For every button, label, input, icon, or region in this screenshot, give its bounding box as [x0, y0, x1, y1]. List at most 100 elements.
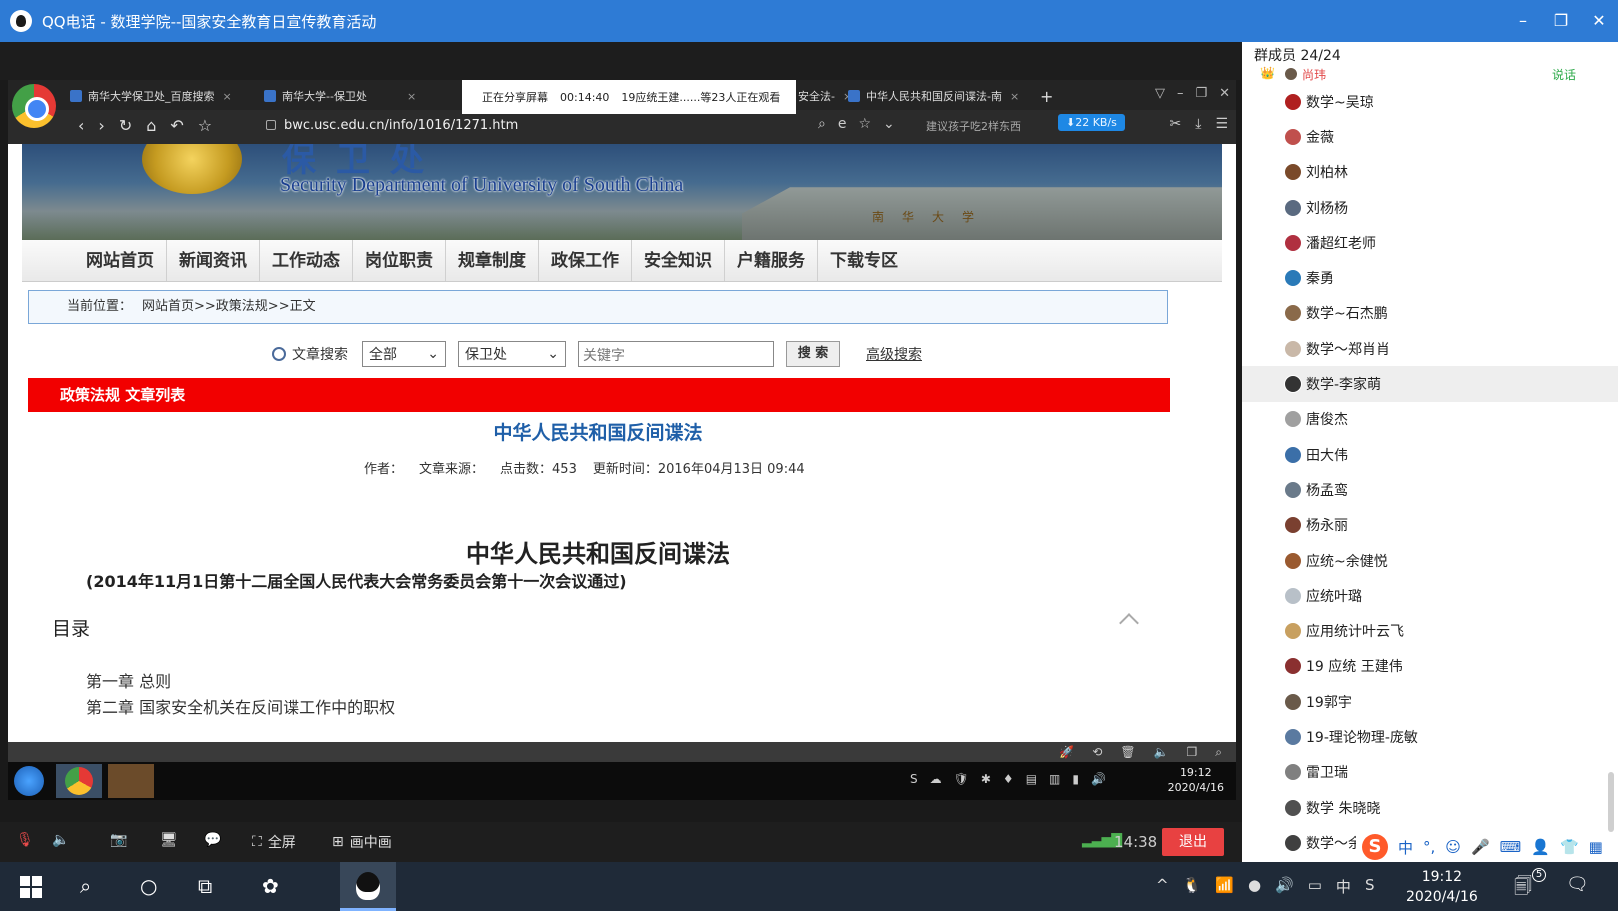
- shield-icon[interactable]: ▽: [1155, 86, 1165, 101]
- forward-icon[interactable]: ›: [98, 116, 104, 135]
- security-tray-icon[interactable]: ●: [1248, 876, 1261, 897]
- dropdown-icon[interactable]: ⌄: [883, 116, 895, 132]
- member-item[interactable]: 数学~石杰鹏: [1242, 296, 1618, 331]
- keyword-input[interactable]: 关键字: [578, 341, 774, 367]
- member-list-scrollbar[interactable]: [1608, 772, 1614, 832]
- member-item[interactable]: 杨永丽: [1242, 508, 1618, 543]
- reload-icon[interactable]: ↻: [119, 116, 132, 135]
- member-item[interactable]: 秦勇: [1242, 260, 1618, 295]
- refresh-icon[interactable]: ⟲: [1092, 742, 1102, 762]
- ime-lang-toggle[interactable]: 中: [1398, 837, 1413, 858]
- member-item[interactable]: 潘超红老师: [1242, 225, 1618, 260]
- trash-icon[interactable]: 🗑: [1120, 742, 1135, 762]
- browser-tab-security-dept[interactable]: 南华大学--保卫处 ×: [264, 86, 444, 108]
- page-info-icon[interactable]: [266, 120, 276, 130]
- ie-mode-icon[interactable]: e: [838, 116, 847, 132]
- sogou-logo-icon[interactable]: S: [1362, 834, 1388, 860]
- emoji-icon[interactable]: ☺: [1445, 838, 1461, 856]
- task-view-icon[interactable]: ⧉: [198, 874, 212, 898]
- menu-icon[interactable]: ☰: [1215, 116, 1228, 132]
- speaker-icon[interactable]: 🔈: [52, 832, 69, 848]
- member-item[interactable]: 数学～郑肖肖: [1242, 331, 1618, 366]
- download-icon[interactable]: ⤓: [1195, 116, 1201, 132]
- cortana-icon[interactable]: ○: [140, 874, 157, 898]
- screen-share-icon[interactable]: 🖥: [160, 832, 178, 848]
- zoom-icon[interactable]: ⌕: [818, 116, 826, 132]
- notification-icon[interactable]: 🗐: [1514, 874, 1532, 904]
- search-icon[interactable]: ⌕: [1215, 742, 1222, 762]
- action-center-icon[interactable]: 🗨: [1566, 874, 1589, 895]
- keyboard-icon[interactable]: ⌨: [1500, 838, 1522, 856]
- member-item[interactable]: 应统~余健悦: [1242, 543, 1618, 578]
- nav-download[interactable]: 下载专区: [818, 240, 910, 281]
- tab-close-icon[interactable]: ×: [223, 90, 232, 103]
- battery-icon[interactable]: ▭: [1308, 876, 1322, 897]
- system-clock[interactable]: 19:12 2020/4/16: [1406, 867, 1478, 907]
- rocket-icon[interactable]: 🚀: [1059, 742, 1074, 762]
- browser-close-button[interactable]: ✕: [1219, 86, 1230, 101]
- member-item[interactable]: 田大伟: [1242, 437, 1618, 472]
- nav-household[interactable]: 户籍服务: [725, 240, 818, 281]
- skin-icon[interactable]: 👕: [1560, 838, 1579, 856]
- member-item[interactable]: 19郭宇: [1242, 684, 1618, 719]
- scope-select[interactable]: 全部 ⌄: [362, 341, 446, 367]
- pip-button[interactable]: ⊞ 画中画: [332, 832, 392, 852]
- tray-expand-icon[interactable]: ^: [1156, 876, 1169, 897]
- browser-tab-law[interactable]: 安全法- ×: [798, 86, 848, 108]
- windows-start-button[interactable]: [20, 876, 42, 898]
- article-title-link[interactable]: 中华人民共和国反间谍法: [8, 418, 1188, 445]
- back-icon[interactable]: ‹: [78, 116, 84, 135]
- mic-muted-icon[interactable]: 🎙: [16, 832, 34, 848]
- member-item[interactable]: 刘杨杨: [1242, 190, 1618, 225]
- apps-grid-icon[interactable]: ▦: [1589, 838, 1603, 856]
- volume-icon[interactable]: 🔊: [1275, 876, 1294, 897]
- minimize-button[interactable]: –: [1504, 0, 1542, 42]
- member-item[interactable]: 19 应统 王建伟: [1242, 649, 1618, 684]
- nav-duties[interactable]: 岗位职责: [353, 240, 446, 281]
- fullscreen-button[interactable]: ⛶ 全屏: [252, 832, 296, 852]
- home-icon[interactable]: ⌂: [146, 116, 156, 135]
- wifi-icon[interactable]: 📶: [1215, 876, 1234, 897]
- search-icon[interactable]: ⌕: [80, 874, 91, 898]
- volume-icon[interactable]: 🔈: [1154, 742, 1169, 762]
- star-icon[interactable]: ☆: [198, 116, 212, 135]
- favorite-icon[interactable]: ☆: [858, 116, 871, 132]
- exit-call-button[interactable]: 退出: [1162, 828, 1224, 856]
- member-item[interactable]: 刘柏林: [1242, 155, 1618, 190]
- member-item[interactable]: 数学 朱晓晓: [1242, 790, 1618, 825]
- ime-punct-toggle[interactable]: °,: [1423, 838, 1435, 856]
- nav-work[interactable]: 工作动态: [260, 240, 353, 281]
- tab-close-icon[interactable]: ×: [407, 90, 416, 103]
- undo-icon[interactable]: ↶: [170, 116, 183, 135]
- pinwheel-app-icon[interactable]: ✿: [262, 874, 279, 898]
- member-item[interactable]: 应统叶璐: [1242, 578, 1618, 613]
- member-item[interactable]: 雷卫瑞: [1242, 755, 1618, 790]
- sogou-tray-icon[interactable]: S: [1365, 876, 1375, 897]
- member-item[interactable]: 数学-李家萌: [1242, 366, 1618, 402]
- browser-tab-anti-espionage[interactable]: 中华人民共和国反间谍法-南 ×: [848, 86, 1028, 108]
- user-icon[interactable]: 👤: [1531, 838, 1550, 856]
- chat-icon[interactable]: 💬: [204, 832, 221, 848]
- window-icon[interactable]: ❐: [1187, 742, 1198, 762]
- browser-tab-baidu[interactable]: 南华大学保卫处_百度搜索 ×: [70, 86, 250, 108]
- nav-home[interactable]: 网站首页: [74, 240, 167, 281]
- tab-close-icon[interactable]: ×: [1010, 90, 1019, 103]
- member-item[interactable]: 杨孟鸾: [1242, 472, 1618, 507]
- member-item-host[interactable]: 👑 尚玮 说话: [1242, 64, 1618, 84]
- restore-button[interactable]: ❐: [1542, 0, 1580, 42]
- new-tab-button[interactable]: +: [1040, 86, 1060, 108]
- qq-taskbar-icon[interactable]: [340, 862, 396, 911]
- member-item[interactable]: 19-理论物理-庞敏: [1242, 719, 1618, 754]
- nav-safety[interactable]: 安全知识: [632, 240, 725, 281]
- voice-input-icon[interactable]: 🎤: [1471, 838, 1490, 856]
- toc-item[interactable]: 第一章 总则: [86, 668, 171, 692]
- input-language-icon[interactable]: 中: [1336, 876, 1351, 897]
- search-hint[interactable]: 建议孩子吃2样东西: [926, 118, 1046, 134]
- scissors-icon[interactable]: ✂: [1170, 116, 1182, 132]
- search-button[interactable]: 搜 索: [786, 341, 840, 367]
- dept-select[interactable]: 保卫处 ⌄: [458, 341, 566, 367]
- camera-off-icon[interactable]: 📷: [110, 832, 127, 848]
- url-field[interactable]: bwc.usc.edu.cn/info/1016/1271.htm: [266, 118, 518, 133]
- toc-item[interactable]: 第二章 国家安全机关在反间谍工作中的职权: [86, 694, 395, 718]
- qq-tray-icon[interactable]: 🐧: [1183, 876, 1202, 897]
